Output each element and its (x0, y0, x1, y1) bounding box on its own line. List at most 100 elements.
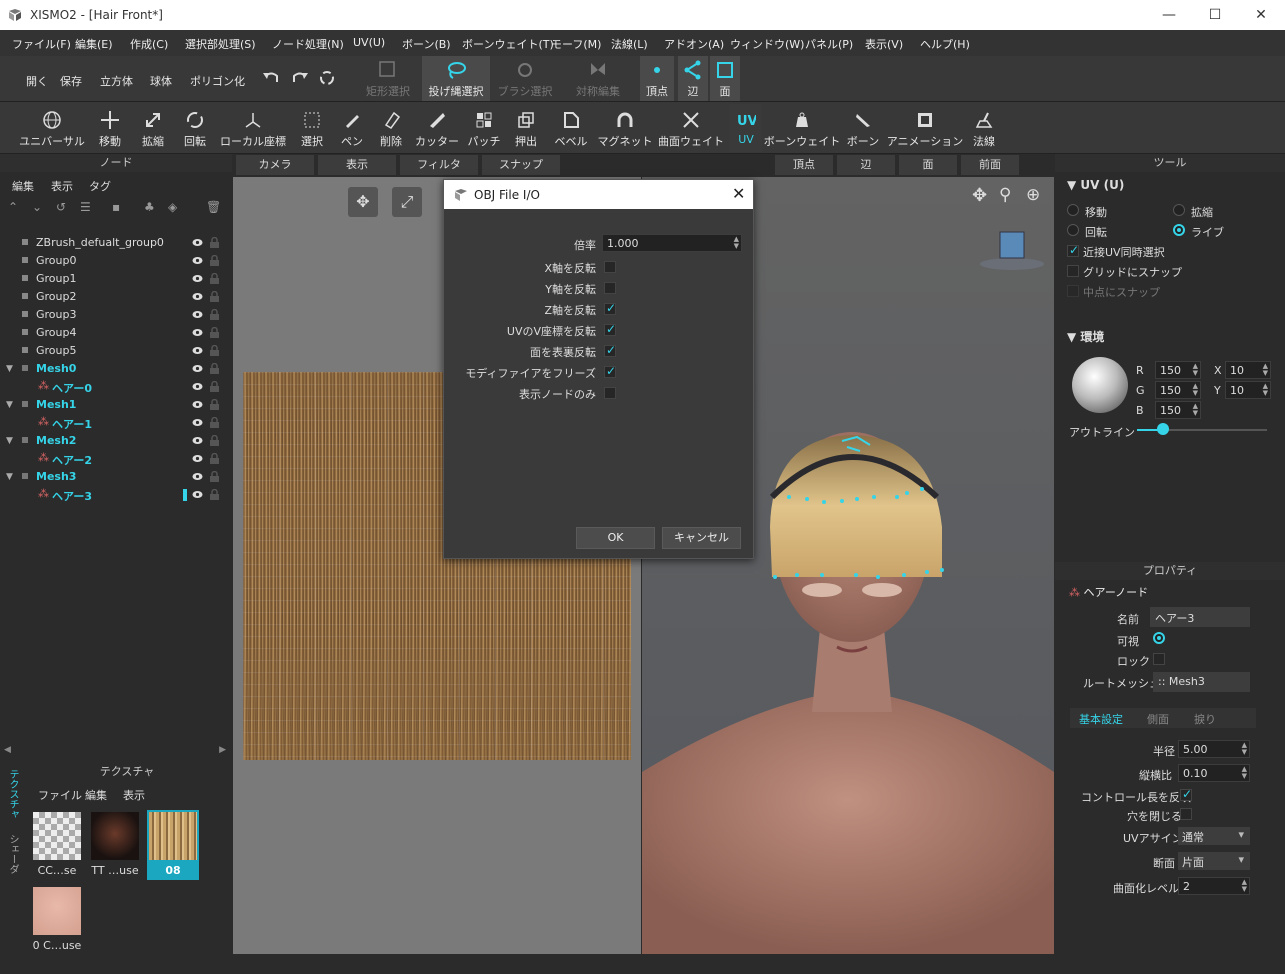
eye-icon[interactable] (192, 435, 203, 446)
node-scrollbar[interactable]: ◀ ▶ (4, 745, 226, 755)
option-checkbox[interactable] (604, 282, 616, 294)
eye-icon[interactable] (192, 255, 203, 266)
eye-icon[interactable] (192, 453, 203, 464)
pan-icon[interactable]: ✥ (972, 185, 987, 206)
spin-arrows[interactable]: ▲ ▼ (1263, 383, 1268, 397)
menu-selection[interactable]: 選択部処理(S) (185, 36, 256, 52)
menu-create[interactable]: 作成(C) (130, 36, 168, 52)
texture-menu-view[interactable]: 表示 (123, 787, 145, 803)
option-checkbox[interactable] (604, 261, 616, 273)
menu-boneweight[interactable]: ボーンウェイト(T) (462, 36, 554, 52)
tool-universal[interactable]: ユニバーサル (19, 110, 85, 149)
tool-magnet[interactable]: マグネット (598, 110, 653, 149)
spin-arrows[interactable]: ▲ ▼ (1193, 383, 1198, 397)
tool-extrude[interactable]: 押出 (512, 110, 540, 149)
eye-icon[interactable] (192, 345, 203, 356)
node-row-hair[interactable]: ⁂ ヘアー3 (0, 486, 226, 504)
tool-scale[interactable]: 拡縮 (139, 110, 167, 149)
expand-arrow-icon[interactable]: ▼ (6, 436, 13, 446)
lock-icon[interactable] (210, 291, 219, 302)
radio-scale[interactable] (1173, 204, 1185, 216)
section-select[interactable]: 片面 (1178, 852, 1250, 870)
menu-file[interactable]: ファイル(F) (12, 36, 71, 52)
tool-patch[interactable]: パッチ (468, 110, 501, 149)
tool-uv[interactable]: UV UV (730, 104, 762, 152)
env-section-title[interactable]: ▼ 環境 (1067, 328, 1104, 345)
tab-side[interactable]: 側面 (1147, 711, 1169, 727)
tool-pen[interactable]: ペン (338, 110, 366, 149)
scale-input[interactable]: 1.000 ▲ ▼ (602, 234, 742, 252)
r-input[interactable]: 150 ▲ ▼ (1155, 361, 1201, 379)
mid-snap-checkbox[interactable] (1067, 285, 1079, 297)
texture-thumb-selected[interactable]: 08 (147, 810, 199, 880)
node-row-hair[interactable]: ⁂ ヘアー0 (0, 378, 226, 396)
option-checkbox[interactable] (604, 343, 616, 357)
eye-icon[interactable] (192, 399, 203, 410)
recycle-icon[interactable] (318, 69, 336, 87)
cancel-button[interactable]: キャンセル (662, 527, 741, 549)
front-view-button[interactable]: 前面 (961, 155, 1019, 175)
uv-assign-select[interactable]: 通常 (1178, 827, 1250, 845)
name-input[interactable]: ヘアー3 (1150, 607, 1250, 627)
g-input[interactable]: 150 ▲ ▼ (1155, 381, 1201, 399)
eye-icon[interactable] (192, 291, 203, 302)
node-row-group[interactable]: Group2 (0, 288, 226, 306)
lock-icon[interactable] (210, 255, 219, 266)
redo-icon[interactable] (291, 70, 309, 86)
eye-icon[interactable] (192, 309, 203, 320)
aspect-input[interactable]: 0.10 ▲ ▼ (1178, 764, 1250, 782)
filter-menu[interactable]: フィルタ (400, 155, 478, 175)
node-menu-tag[interactable]: タグ (89, 178, 111, 194)
menu-view[interactable]: 表示(V) (865, 36, 903, 52)
uv-move-icon[interactable]: ✥ (348, 187, 378, 217)
lock-icon[interactable] (210, 453, 219, 464)
node-row-mesh[interactable]: ▼ Mesh0 (0, 360, 226, 378)
node-row-group[interactable]: Group4 (0, 324, 226, 342)
node-row-group[interactable]: Group5 (0, 342, 226, 360)
spin-arrows[interactable]: ▲ ▼ (1242, 879, 1247, 893)
spin-arrows[interactable]: ▲ ▼ (1242, 742, 1247, 756)
rect-select-button[interactable]: 矩形選択 (366, 60, 410, 99)
lock-checkbox[interactable] (1153, 653, 1165, 665)
lasso-select-button[interactable]: 投げ縄選択 (422, 56, 490, 101)
ok-button[interactable]: OK (576, 527, 655, 549)
tool-delete[interactable]: 削除 (377, 110, 405, 149)
node-row-hair[interactable]: ⁂ ヘアー1 (0, 414, 226, 432)
display-menu[interactable]: 表示 (318, 155, 396, 175)
outline-slider-knob[interactable] (1157, 423, 1169, 435)
edge-mode-button[interactable]: 辺 (678, 56, 708, 101)
edge-view-button[interactable]: 辺 (837, 155, 895, 175)
y-input[interactable]: 10 ▲ ▼ (1225, 381, 1271, 399)
tool-rotate[interactable]: 回転 (181, 110, 209, 149)
grid-icon[interactable]: ▪ (112, 200, 120, 214)
texture-thumb[interactable]: CC…se (31, 810, 83, 880)
expand-arrow-icon[interactable]: ▼ (6, 472, 13, 482)
menu-normal[interactable]: 法線(L) (611, 36, 648, 52)
eye-icon[interactable] (192, 273, 203, 284)
tool-cutter[interactable]: カッター (415, 110, 459, 149)
radius-input[interactable]: 5.00 ▲ ▼ (1178, 740, 1250, 758)
option-checkbox[interactable] (604, 387, 616, 399)
spin-arrows[interactable]: ▲ ▼ (1263, 363, 1268, 377)
minimize-button[interactable]: — (1146, 0, 1192, 30)
lock-icon[interactable] (210, 417, 219, 428)
lock-icon[interactable] (210, 381, 219, 392)
move-up-icon[interactable]: ⌃ (8, 200, 18, 214)
near-uv-checkbox[interactable] (1067, 243, 1079, 257)
lock-icon[interactable] (210, 363, 219, 374)
node-menu-view[interactable]: 表示 (51, 178, 73, 194)
lock-icon[interactable] (210, 237, 219, 248)
node-menu-edit[interactable]: 編集 (12, 178, 34, 194)
view-cube-icon[interactable] (977, 222, 1047, 272)
hierarchy-icon[interactable]: ☰ (80, 200, 91, 214)
tool-bone-weight[interactable]: ボーンウェイト (764, 110, 840, 149)
eye-icon[interactable] (192, 363, 203, 374)
polygonize-button[interactable]: ポリゴン化 (190, 73, 245, 89)
spin-arrows[interactable]: ▲ ▼ (1193, 403, 1198, 417)
symmetry-edit-button[interactable]: 対称編集 (574, 60, 622, 99)
group-icon[interactable]: ♣ (144, 200, 155, 214)
eye-icon[interactable] (192, 489, 203, 500)
uv-scale-icon[interactable]: ⤢ (392, 187, 422, 217)
tool-bone[interactable]: ボーン (847, 110, 879, 149)
brush-select-button[interactable]: ブラシ選択 (498, 60, 552, 99)
